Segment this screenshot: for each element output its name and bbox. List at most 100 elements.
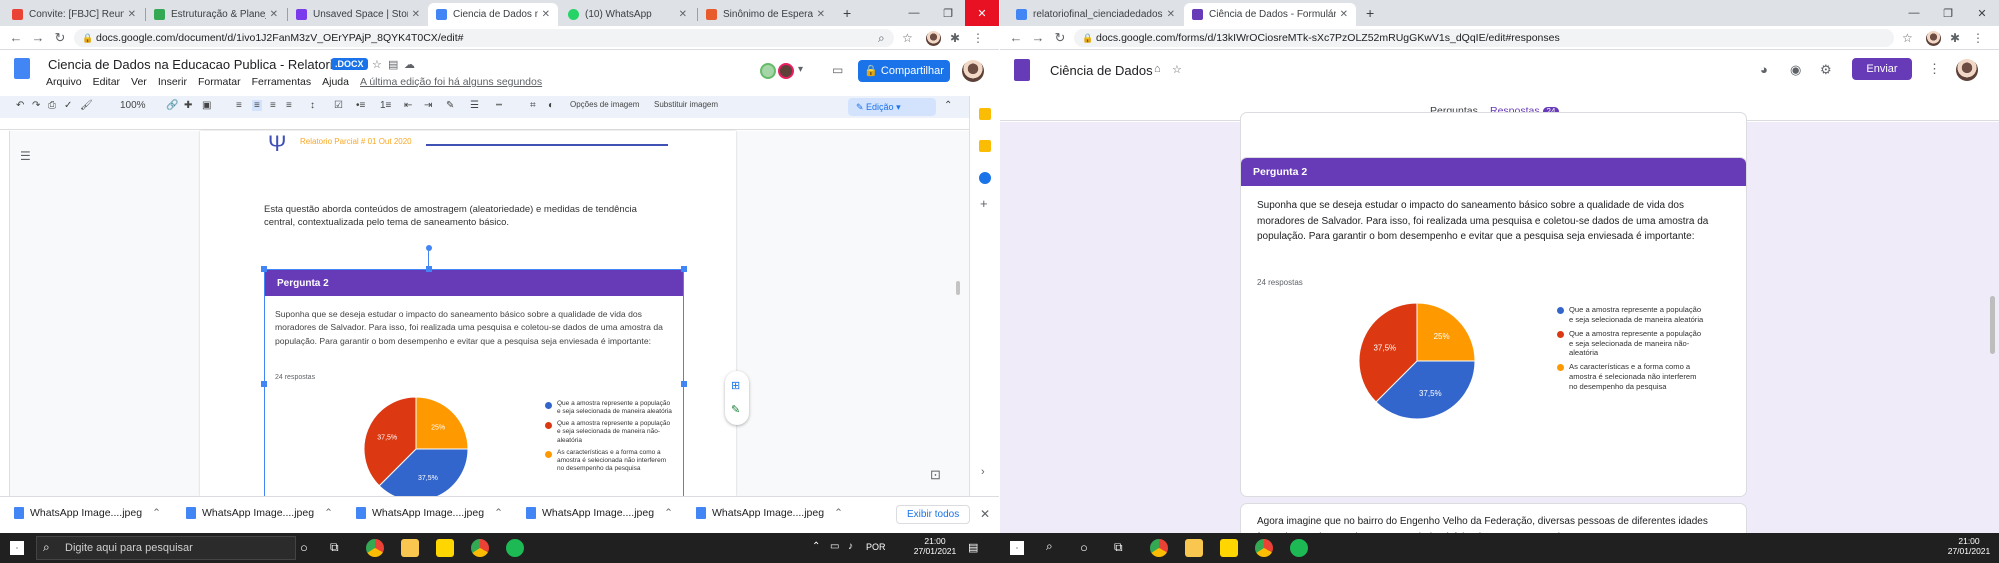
document-page[interactable]: Ψ Relatorio Parcial # 01 Out 2020 Esta q… [200, 131, 736, 502]
chevron-up-icon[interactable]: ⌃ [324, 507, 333, 519]
browser-menu-icon[interactable]: ⋮ [1972, 31, 1984, 45]
browser-menu-icon[interactable]: ⋮ [972, 31, 984, 45]
forms-logo-icon[interactable] [1014, 59, 1030, 81]
back-icon[interactable]: ← [8, 30, 24, 45]
indent-icon[interactable]: ⇥ [424, 100, 432, 111]
language-indicator[interactable]: POR [866, 542, 886, 552]
forward-icon[interactable]: → [1030, 30, 1046, 45]
settings-gear-icon[interactable]: ⚙ [1820, 62, 1832, 78]
rotate-handle[interactable] [426, 245, 432, 251]
close-window-icon[interactable]: ✕ [1965, 0, 1999, 26]
new-tab-button[interactable]: + [1366, 5, 1374, 21]
chrome-icon[interactable] [366, 539, 384, 557]
more-options-icon[interactable]: ⋮ [1928, 61, 1941, 77]
add-comment-icon[interactable]: ⊞ [731, 379, 740, 392]
profile-avatar[interactable] [1926, 31, 1941, 46]
move-icon[interactable]: ▤ [388, 58, 398, 71]
menu-item[interactable]: Ver [131, 76, 147, 88]
download-item[interactable]: WhatsApp Image....jpeg ⌃ [14, 507, 161, 519]
outline-icon[interactable]: ☰ [20, 149, 31, 163]
browser-tab-active[interactable]: Ciência de Dados - Formulários G✕ [1184, 3, 1356, 26]
editing-mode-select[interactable]: ✎ Edição ▾ [848, 98, 936, 116]
forward-icon[interactable]: → [30, 30, 46, 45]
numbered-list-icon[interactable]: 1≡ [380, 100, 391, 111]
redo-icon[interactable]: ↷ [32, 100, 40, 111]
close-icon[interactable]: ✕ [817, 9, 825, 20]
link-icon[interactable]: 🔗 [166, 100, 178, 111]
url-input[interactable]: 🔒 docs.google.com/document/d/1ivo1J2FanM3… [74, 29, 894, 47]
extensions-icon[interactable]: ✱ [950, 31, 960, 45]
close-icon[interactable]: ✕ [679, 9, 687, 20]
resize-handle[interactable] [681, 381, 687, 387]
windows-start-icon[interactable] [1010, 541, 1024, 555]
profile-avatar[interactable] [926, 31, 941, 46]
chevron-up-icon[interactable]: ⌃ [494, 507, 503, 519]
menu-item[interactable]: Editar [93, 76, 120, 88]
maximize-icon[interactable]: ❐ [1931, 0, 1965, 26]
network-icon[interactable]: ▭ [830, 541, 839, 552]
task-view-icon[interactable]: ⧉ [1114, 540, 1123, 555]
account-avatar[interactable] [1956, 59, 1978, 81]
url-input[interactable]: 🔒 docs.google.com/forms/d/13kIWrOCiosreMT… [1074, 29, 1894, 47]
download-item[interactable]: WhatsApp Image....jpeg ⌃ [696, 507, 843, 519]
close-icon[interactable]: ✕ [128, 9, 136, 20]
align-right-icon[interactable]: ≡ [270, 100, 276, 111]
download-item[interactable]: WhatsApp Image....jpeg ⌃ [526, 507, 673, 519]
menu-item[interactable]: Ajuda [322, 76, 349, 88]
zoom-select[interactable]: 100% [120, 100, 146, 111]
comment-history-icon[interactable]: ▭ [832, 63, 843, 77]
paint-format-icon[interactable]: 🖌 [80, 100, 93, 111]
menu-item[interactable]: Ferramentas [252, 76, 312, 88]
border-color-icon[interactable]: ✎ [446, 100, 454, 111]
star-icon[interactable]: ☆ [372, 58, 382, 71]
form-title[interactable]: Ciência de Dados [1050, 63, 1153, 78]
reload-icon[interactable]: ↻ [52, 30, 68, 46]
tray-expand-icon[interactable]: ⌃ [812, 541, 820, 552]
spotify-icon[interactable] [1290, 539, 1308, 557]
align-center-icon[interactable]: ≡ [252, 100, 262, 111]
keep-icon[interactable] [979, 108, 991, 120]
border-dash-icon[interactable]: ┅ [496, 100, 502, 111]
move-icon[interactable]: ⌂ [1154, 63, 1161, 75]
task-view-icon[interactable]: ⧉ [330, 540, 339, 555]
browser-tab[interactable]: Estruturação & Planejam✕ [146, 3, 286, 26]
scrollbar-thumb[interactable] [956, 281, 960, 295]
outdent-icon[interactable]: ⇤ [404, 100, 412, 111]
suggest-edit-icon[interactable]: ✎ [731, 403, 740, 416]
search-icon[interactable]: ⌕ [1046, 539, 1053, 554]
last-edit-link[interactable]: A última edição foi há alguns segundos [360, 76, 542, 88]
close-icon[interactable]: ✕ [270, 9, 278, 20]
browser-tab[interactable]: Convite: [FBJC] Reunião✕ [4, 3, 144, 26]
comment-icon[interactable]: ✚ [184, 100, 192, 111]
search-icon[interactable]: ⌕ [878, 31, 885, 46]
menu-item[interactable]: Formatar [198, 76, 241, 88]
volume-icon[interactable]: ♪ [848, 541, 853, 552]
close-icon[interactable]: ✕ [542, 9, 550, 20]
doc-title[interactable]: Ciencia de Dados na Educacao Publica - R… [48, 57, 358, 72]
border-weight-icon[interactable]: ☰ [470, 100, 479, 111]
chevron-right-icon[interactable]: › [981, 466, 985, 478]
explore-icon[interactable]: ⊡ [930, 467, 941, 483]
docs-logo-icon[interactable] [14, 58, 30, 79]
collapse-menu-icon[interactable]: ⌃ [944, 100, 952, 111]
send-button[interactable]: Enviar [1852, 58, 1912, 80]
maximize-icon[interactable]: ❐ [931, 0, 965, 26]
image-icon[interactable]: ▣ [202, 100, 211, 111]
browser-tab[interactable]: relatoriofinal_cienciadedados - G✕ [1008, 3, 1183, 26]
tasks-icon[interactable] [979, 172, 991, 184]
image-options-button[interactable]: Opções de imagem [570, 100, 639, 109]
clock[interactable]: 21:00 27/01/2021 [1944, 536, 1994, 556]
crop-icon[interactable]: ⌗ [530, 100, 536, 111]
chevron-up-icon[interactable]: ⌃ [152, 507, 161, 519]
collaborator-avatar[interactable] [778, 63, 794, 79]
close-icon[interactable]: ✕ [412, 9, 420, 20]
spellcheck-icon[interactable]: ✓ [64, 100, 72, 111]
bulleted-list-icon[interactable]: •≡ [356, 100, 365, 111]
back-icon[interactable]: ← [1008, 30, 1024, 45]
file-explorer-icon[interactable] [401, 539, 419, 557]
palette-icon[interactable]: ◕ [1760, 62, 1768, 77]
tasks-notes-icon[interactable] [979, 140, 991, 152]
line-spacing-icon[interactable]: ↕ [310, 100, 315, 111]
close-icon[interactable]: ✕ [1340, 9, 1348, 20]
chevron-up-icon[interactable]: ⌃ [834, 507, 843, 519]
